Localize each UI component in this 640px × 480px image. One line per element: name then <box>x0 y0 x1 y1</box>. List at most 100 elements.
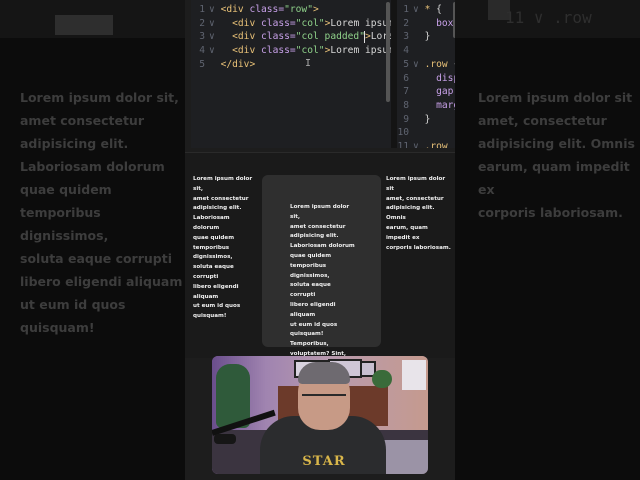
code-line[interactable]: 10 <box>397 126 425 140</box>
html-tag: <div <box>232 31 262 43</box>
html-string: "row" <box>284 4 313 15</box>
css-selector: .row <box>424 141 448 148</box>
code-line[interactable]: 5 </div> <box>191 58 255 72</box>
css-property: disp <box>436 72 455 84</box>
css-editor-pane[interactable]: 1∨ * {2 box-3 }4 5∨ .row {6 disp7 gap:8 … <box>397 0 455 148</box>
fold-chevron-icon: ∨ <box>209 31 221 43</box>
background-right-text: Lorem ipsum dolor sit amet, consectetur … <box>478 90 635 220</box>
html-string: "col padded" <box>295 31 365 43</box>
fold-chevron-icon: ∨ <box>413 58 425 70</box>
line-number: 3 <box>199 31 205 43</box>
fold-chevron-icon: ∨ <box>413 4 425 15</box>
html-string: "col" <box>295 17 325 29</box>
fold-chevron-icon <box>413 86 425 97</box>
line-number: 2 <box>403 17 409 29</box>
line-number: 5 <box>199 58 205 70</box>
code-line[interactable]: 7 gap: <box>397 85 455 99</box>
html-attribute: class= <box>261 45 296 57</box>
html-attribute: class= <box>249 4 285 15</box>
mouse-cursor-icon: I <box>305 58 312 69</box>
code-line[interactable]: 4∨ <div class="col">Lorem ipsum do <box>191 44 391 58</box>
preview-col-padded: Lorem ipsum dolor sit, amet consectetur … <box>262 175 381 367</box>
line-number: 1 <box>403 4 409 15</box>
fold-chevron-icon <box>413 18 425 29</box>
background-bar <box>55 15 113 35</box>
html-tag: <div <box>232 45 262 57</box>
shirt-logo: STAR <box>302 454 346 469</box>
css-brace: { <box>436 4 442 15</box>
code-line[interactable]: 3 } <box>397 30 430 44</box>
fold-chevron-icon <box>413 127 425 138</box>
fold-chevron-icon <box>413 31 425 42</box>
line-number: 4 <box>403 45 409 57</box>
rendered-preview: Lorem ipsum dolor sit, amet consectetur … <box>185 152 455 367</box>
html-attribute: class= <box>261 17 296 29</box>
preview-col-2: Lorem ipsum dolor sit, amet consectetur … <box>290 204 355 367</box>
microphone-icon <box>214 434 236 444</box>
html-text: Lorem ipsum do <box>330 17 391 29</box>
background-left-text: Lorem ipsum dolor sit, amet consectetur … <box>20 90 183 335</box>
line-number: 2 <box>199 17 205 29</box>
code-line[interactable]: 4 <box>397 44 425 58</box>
fold-chevron-icon: ∨ <box>209 4 221 15</box>
html-tag: </div> <box>220 58 256 70</box>
fold-chevron-icon <box>413 45 425 56</box>
code-line[interactable]: 11 ∨ .row <box>397 140 448 148</box>
html-tag: <div <box>232 17 262 29</box>
line-number: 7 <box>403 86 409 98</box>
fold-chevron-icon <box>413 114 425 125</box>
code-line[interactable]: 3∨ <div class="col padded">Lorem i <box>191 30 391 44</box>
css-brace: } <box>424 113 431 125</box>
line-number: 3 <box>403 31 409 43</box>
code-line[interactable]: 9 } <box>397 113 430 127</box>
line-number: 5 <box>403 58 409 70</box>
fold-chevron-icon: ∨ <box>209 45 221 57</box>
code-line[interactable]: 1 ∨ * { <box>397 3 442 17</box>
html-text: Lorem ipsum do <box>330 45 391 57</box>
line-number: 9 <box>403 113 409 125</box>
presenter-hair <box>298 362 350 384</box>
line-number: 11 <box>397 141 409 148</box>
code-line[interactable]: 1 ∨ <div class="row"> <box>191 3 319 17</box>
glasses <box>302 394 346 406</box>
line-number: 1 <box>199 4 205 15</box>
html-string: "col" <box>295 45 325 57</box>
preview-col-1: Lorem ipsum dolor sit, amet consectetur … <box>193 176 253 320</box>
css-property: gap: <box>436 86 455 98</box>
fold-chevron-icon: ∨ <box>413 141 425 148</box>
code-line[interactable]: 6 disp <box>397 72 455 86</box>
background-code-fragment: 11 ∨ .row <box>505 8 592 27</box>
line-number: 4 <box>199 45 205 57</box>
plant <box>372 370 392 388</box>
line-number: 6 <box>403 72 409 84</box>
code-line[interactable]: 2 box- <box>397 17 455 31</box>
fold-chevron-icon <box>209 59 221 70</box>
css-brace: } <box>424 31 431 43</box>
text-caret <box>364 31 365 43</box>
html-tag: > <box>313 4 319 15</box>
css-selector: .row <box>424 58 454 70</box>
line-number: 10 <box>397 127 409 139</box>
fold-chevron-icon <box>413 100 425 111</box>
preview-col-3: Lorem ipsum dolor sit amet, consectetur … <box>386 176 451 251</box>
css-property: box- <box>436 17 455 29</box>
css-scrollbar[interactable] <box>453 2 455 38</box>
webcam-window <box>402 360 426 390</box>
css-brace: { <box>453 59 455 70</box>
code-line[interactable]: 2∨ <div class="col">Lorem ipsum do <box>191 17 391 31</box>
fold-chevron-icon <box>413 73 425 84</box>
html-attribute: class= <box>261 31 296 43</box>
html-scrollbar[interactable] <box>386 2 390 102</box>
html-editor-pane[interactable]: 1 ∨ <div class="row"> 2 ∨ <div class="col">… <box>191 0 391 148</box>
css-selector: * <box>424 4 437 15</box>
video-frame: 1 ∨ <div class="row"> 2 ∨ <div class="col">… <box>185 0 455 480</box>
fold-chevron-icon: ∨ <box>209 17 221 29</box>
code-line[interactable]: 8 marg <box>397 99 455 113</box>
code-line[interactable]: 5 ∨ .row { <box>397 58 455 72</box>
code-editor: 1 ∨ <div class="row"> 2 ∨ <div class="col">… <box>191 0 455 148</box>
webcam-feed: STAR <box>212 356 428 474</box>
css-property: marg <box>436 99 455 111</box>
